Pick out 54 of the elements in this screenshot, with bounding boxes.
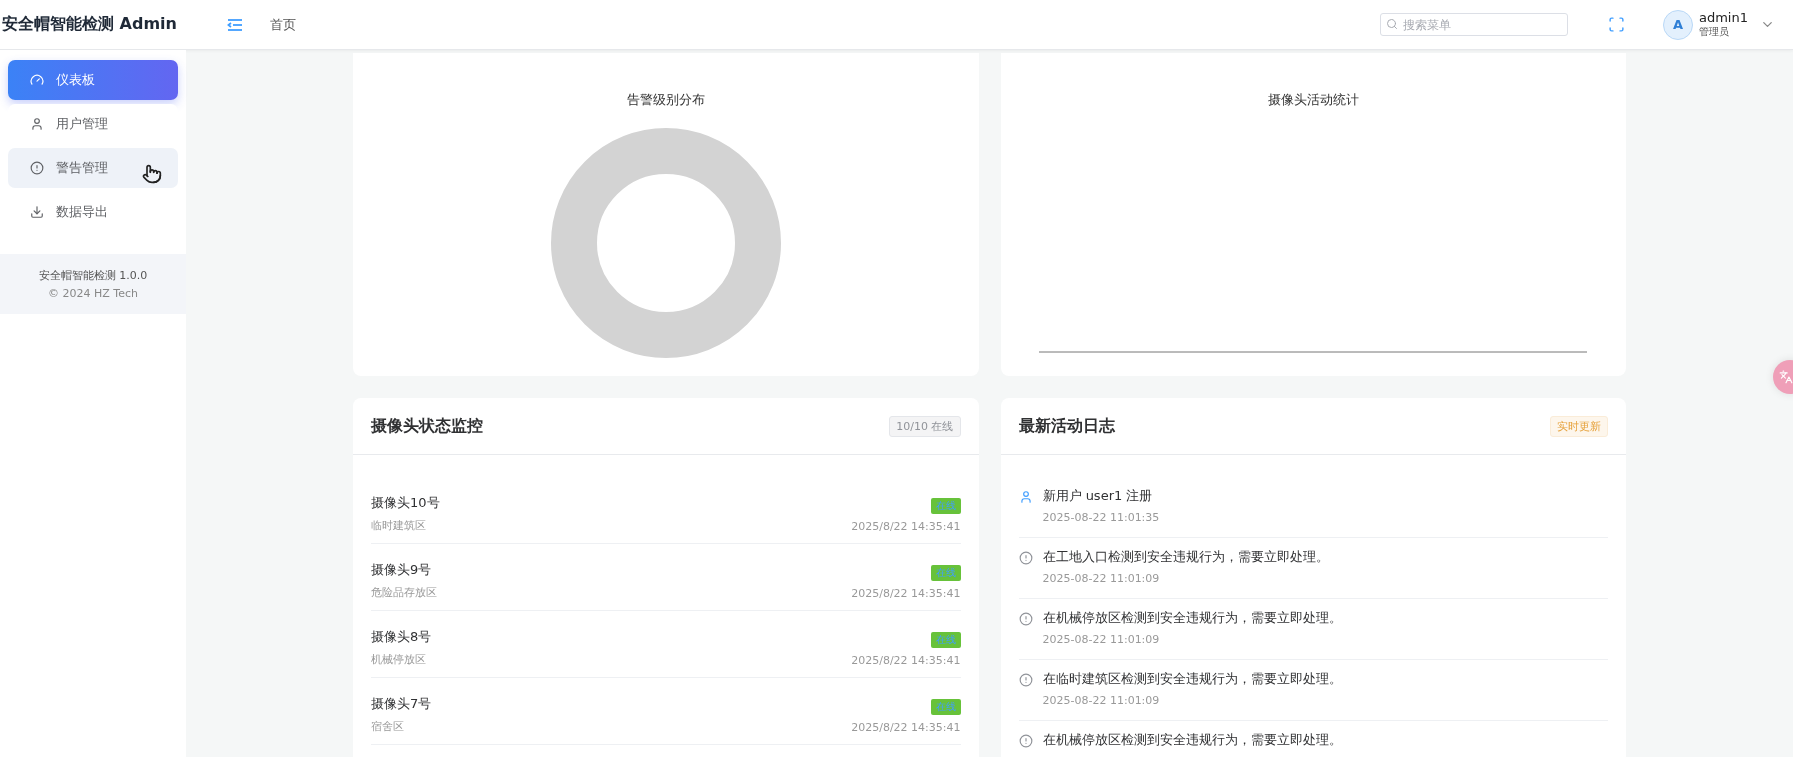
live-update-tag: 实时更新 [1550,415,1608,437]
nav-item[interactable]: 警告管理 [8,148,178,188]
nav-item[interactable]: 仪表板 [8,60,178,100]
version-text: 安全帽智能检测 1.0.0 [38,268,148,283]
camera-location: 机械停放区 [371,652,426,667]
alert-icon [1018,551,1033,565]
fullscreen-icon[interactable] [1608,16,1625,33]
log-time: 2025-08-22 11:01:09 [1042,572,1160,585]
camera-location: 临时建筑区 [371,518,426,533]
alert-icon [1018,734,1033,748]
log-message: 在机械停放区检测到安全违规行为，需要立即处理。 [1042,609,1342,627]
avatar: A [1663,9,1693,40]
camera-name: 摄像头9号 [371,561,432,579]
status-tag: 在线 [930,632,961,648]
user-role: 管理员 [1699,25,1729,38]
status-tag: 在线 [930,498,961,514]
status-tag: 在线 [930,699,961,715]
search-field[interactable]: 搜索菜单 [1380,13,1568,36]
card-title: 摄像头状态监控 [371,415,483,437]
camera-name: 摄像头10号 [371,494,440,512]
search-icon [1386,18,1398,30]
camera-time: 2025/8/22 14:35:41 [851,587,961,600]
user-icon [30,117,44,131]
card-title: 最新活动日志 [1018,415,1115,437]
alert-icon [1018,612,1033,626]
app-title: 安全帽智能检测 Admin [1,14,178,35]
camera-name: 摄像头7号 [371,695,432,713]
hand-pointer-icon [142,164,162,184]
log-time: 2025-08-22 11:01:09 [1042,633,1160,646]
camera-time: 2025/8/22 14:35:41 [851,520,961,533]
alert-icon [1018,673,1033,687]
copyright-text: © 2024 HZ Tech [48,287,138,300]
camera-name: 摄像头8号 [371,628,432,646]
user-menu[interactable]: A admin1 管理员 [1663,9,1775,40]
chart-title: 摄像头活动统计 [1266,91,1360,109]
user-icon [1018,490,1033,504]
log-time: 2025-08-22 11:01:35 [1042,511,1160,524]
log-message: 在临时建筑区检测到安全违规行为，需要立即处理。 [1042,670,1342,688]
alert-icon [30,161,44,175]
breadcrumb[interactable]: 首页 [270,15,296,34]
log-message: 新用户 user1 注册 [1042,487,1153,505]
user-name: admin1 [1699,11,1748,26]
status-tag: 在线 [930,565,961,581]
camera-location: 危险品存放区 [371,585,437,600]
online-count-tag: 10/10 在线 [889,415,961,437]
log-message: 在机械停放区检测到安全违规行为，需要立即处理。 [1042,731,1342,749]
log-message: 在工地入口检测到安全违规行为，需要立即处理。 [1042,548,1329,566]
camera-time: 2025/8/22 14:35:41 [851,721,961,734]
download-icon [30,205,44,219]
camera-time: 2025/8/22 14:35:41 [851,654,961,667]
camera-location: 宿舍区 [371,719,404,734]
chart-title: 告警级别分布 [625,91,706,109]
gauge-icon [30,73,44,87]
log-time: 2025-08-22 11:01:09 [1042,694,1160,707]
